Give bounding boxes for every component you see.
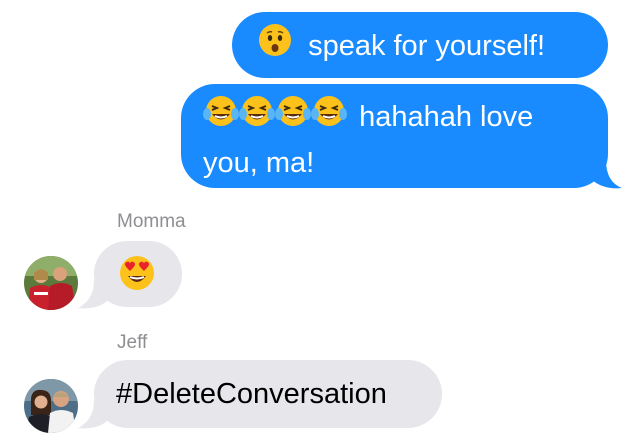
sender-name: Jeff (117, 332, 148, 353)
message-thread: speak for yourself! hahahah love you, ma… (0, 0, 640, 443)
message-text: #DeleteConversation (116, 378, 387, 410)
sender-name: Momma (117, 211, 186, 232)
incoming-bubble-tail (78, 400, 108, 429)
heart-eyes-icon (118, 254, 156, 302)
avatar[interactable] (24, 379, 78, 433)
message-text: speak for yourself! (308, 29, 546, 62)
tears-of-joy-icon (275, 94, 311, 138)
tears-of-joy-icon (203, 94, 239, 138)
avatar[interactable] (24, 256, 78, 310)
message-text-line-1: hahahah love (359, 100, 534, 133)
incoming-bubble-tail (78, 280, 108, 309)
worried-face-icon (258, 23, 292, 67)
message-text-line-2: you, ma! (203, 147, 315, 179)
incoming-message-bubble[interactable]: #DeleteConversation (94, 360, 442, 428)
outgoing-message-bubble[interactable]: speak for yourself! (232, 12, 608, 78)
outgoing-bubble-tail (592, 160, 622, 189)
message-first-line: hahahah love (203, 96, 608, 140)
tears-of-joy-icon (239, 94, 275, 138)
tears-of-joy-icon (311, 94, 347, 138)
outgoing-message-bubble[interactable]: hahahah love you, ma! (181, 84, 608, 188)
